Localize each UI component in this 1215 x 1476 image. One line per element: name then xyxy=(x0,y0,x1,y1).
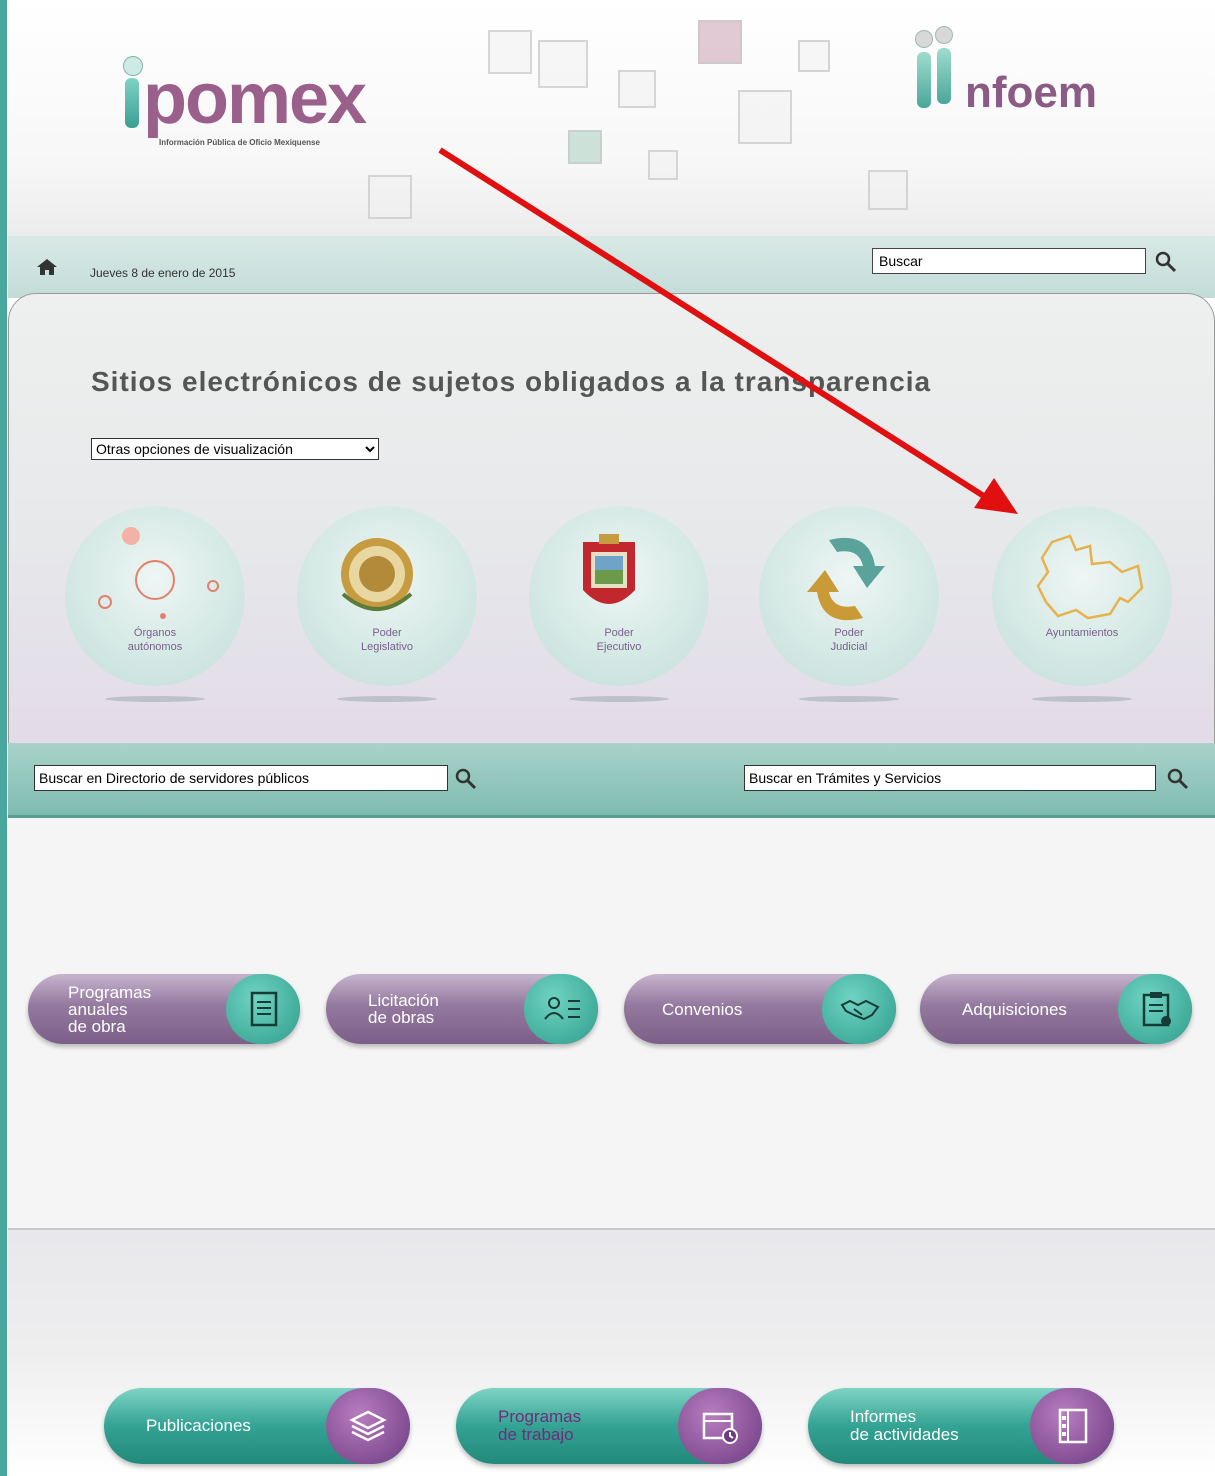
logo-dot xyxy=(123,56,143,76)
logo-dot xyxy=(935,26,953,44)
button-icon-badge xyxy=(1118,974,1192,1044)
layers-icon xyxy=(349,1410,387,1442)
button-icon-badge xyxy=(326,1388,410,1464)
category-label-line1: Órganos xyxy=(133,627,177,639)
search-icon[interactable] xyxy=(454,767,478,791)
site-search-input[interactable] xyxy=(872,248,1146,274)
header-decor-square xyxy=(798,40,830,72)
button-icon-badge xyxy=(822,974,896,1044)
button-label-line2: anuales xyxy=(68,999,128,1019)
header-decor-square xyxy=(538,40,588,88)
category-poder-judicial[interactable]: Poder Judicial xyxy=(759,506,939,702)
circle-shadow xyxy=(799,696,899,702)
tramites-search-input[interactable] xyxy=(744,765,1156,791)
home-icon[interactable] xyxy=(36,258,58,276)
header-decor-square xyxy=(738,90,792,144)
people-list-icon xyxy=(544,997,580,1020)
header-decor-square xyxy=(648,150,678,180)
header-decor-square xyxy=(568,130,602,164)
category-organos-autonomos[interactable]: Órganos autónomos xyxy=(65,506,245,702)
button-label-line2: de actividades xyxy=(850,1425,959,1444)
circle-shadow xyxy=(105,696,205,702)
view-options-select[interactable]: Otras opciones de visualización xyxy=(91,438,379,460)
ipomex-logo[interactable]: pomex Información Pública de Oficio Mexi… xyxy=(113,28,413,147)
ipomex-logo-text: pomex xyxy=(143,59,367,139)
button-label: Adquisiciones xyxy=(962,999,1067,1019)
button-label-line1: Programas xyxy=(498,1407,582,1426)
calendar-clock-icon xyxy=(702,1412,738,1444)
page-left-border xyxy=(0,0,7,1476)
category-ayuntamientos[interactable]: Ayuntamientos xyxy=(992,506,1172,702)
site-header: pomex Información Pública de Oficio Mexi… xyxy=(8,0,1215,236)
header-decor-square xyxy=(868,170,908,210)
programas-trabajo-button[interactable]: Programas de trabajo xyxy=(456,1388,762,1464)
category-label-line2: Judicial xyxy=(830,641,868,653)
category-label-line2: autónomos xyxy=(127,641,183,653)
directory-search-input[interactable] xyxy=(34,765,448,791)
button-label: Convenios xyxy=(662,999,743,1019)
circles-icon xyxy=(98,527,219,619)
category-label-line1: Poder xyxy=(372,627,402,639)
publicaciones-section: Publicaciones Programas de trabajo Infor… xyxy=(8,1230,1215,1476)
sujetos-obligados-panel: Sitios electrónicos de sujetos obligados… xyxy=(8,293,1215,745)
circle-shadow xyxy=(1032,696,1132,702)
header-decor-square xyxy=(488,30,532,74)
state-map-icon xyxy=(1036,534,1144,620)
ipomex-logo-subtitle: Información Pública de Oficio Mexiquense xyxy=(159,138,320,147)
notebook-icon xyxy=(1058,1408,1088,1444)
logo-bar xyxy=(125,78,139,128)
header-decor-square xyxy=(368,175,412,219)
current-date: Jueves 8 de enero de 2015 xyxy=(90,266,236,280)
button-label: Publicaciones xyxy=(146,1416,251,1435)
top-nav-bar: Jueves 8 de enero de 2015 xyxy=(8,236,1215,298)
logo-bar xyxy=(937,48,951,104)
category-label-line1: Poder xyxy=(834,627,864,639)
state-shield-icon xyxy=(583,534,635,604)
legislative-seal-icon xyxy=(341,538,413,611)
informes-actividades-button[interactable]: Informes de actividades xyxy=(808,1388,1114,1464)
handshake-icon xyxy=(840,999,880,1021)
publicaciones-button[interactable]: Publicaciones xyxy=(104,1388,410,1464)
button-icon-badge xyxy=(524,974,598,1044)
button-label-line2: de trabajo xyxy=(498,1425,574,1444)
infoem-logo-text: nfoem xyxy=(965,68,1097,117)
judicial-arrows-icon xyxy=(807,537,885,621)
category-poder-ejecutivo[interactable]: Poder Ejecutivo xyxy=(529,506,709,702)
page-title: Sitios electrónicos de sujetos obligados… xyxy=(91,366,932,397)
button-label-line2: de obras xyxy=(368,1008,435,1027)
search-icon[interactable] xyxy=(1154,250,1178,274)
search-icon[interactable] xyxy=(1166,767,1190,791)
button-icon-badge xyxy=(678,1388,762,1464)
button-icon-badge xyxy=(226,974,300,1044)
circle-shadow xyxy=(569,696,669,702)
document-icon xyxy=(250,991,278,1027)
button-label-line1: Informes xyxy=(850,1407,917,1426)
button-icon-badge xyxy=(1030,1388,1114,1464)
convenios-button[interactable]: Convenios xyxy=(624,974,896,1044)
programas-anuales-obra-button[interactable]: Programas anuales de obra xyxy=(28,974,300,1044)
header-decor-square xyxy=(698,20,742,64)
logo-bar xyxy=(917,52,931,108)
category-poder-legislativo[interactable]: Poder Legislativo xyxy=(297,506,477,702)
infoem-logo[interactable]: nfoem xyxy=(913,24,1143,124)
button-label-line1: Licitación xyxy=(368,991,439,1010)
circle-shadow xyxy=(337,696,437,702)
header-decor-square xyxy=(618,70,656,108)
clipboard-icon xyxy=(1142,992,1171,1027)
obras-section: Programas anuales de obra Licitación de … xyxy=(8,818,1215,1230)
logo-dot xyxy=(915,30,933,48)
button-label-line3: de obra xyxy=(68,1016,126,1036)
category-label-line2: Ejecutivo xyxy=(596,641,642,653)
button-label-line1: Programas xyxy=(68,982,152,1002)
directory-search-bar xyxy=(8,743,1215,818)
adquisiciones-button[interactable]: Adquisiciones xyxy=(920,974,1192,1044)
category-label-line1: Poder xyxy=(604,627,634,639)
category-label-line1: Ayuntamientos xyxy=(1045,627,1119,639)
licitacion-obras-button[interactable]: Licitación de obras xyxy=(326,974,598,1044)
category-label-line2: Legislativo xyxy=(361,641,413,653)
